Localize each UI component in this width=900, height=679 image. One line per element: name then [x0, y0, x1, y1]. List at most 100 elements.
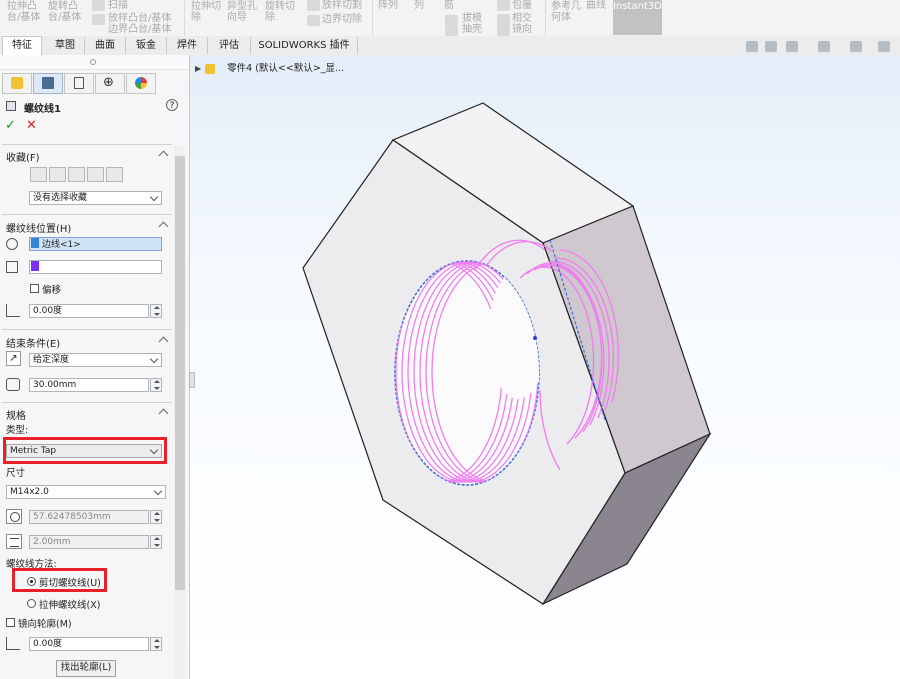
ribbon-extrude-boss[interactable]: 拉伸凸 台/基体 [7, 1, 40, 23]
ribbon-hole-wizard[interactable]: 异型孔 向导 [227, 1, 257, 23]
pm-collapse-strip[interactable] [0, 55, 189, 70]
thread-size-dropdown[interactable]: M14x2.0 [6, 485, 166, 499]
intersect-icon [497, 14, 510, 25]
sweep-icon [92, 0, 105, 11]
ribbon-shell[interactable]: 抽壳 [462, 24, 482, 35]
profile-angle-input[interactable]: 0.00度 [29, 637, 149, 651]
tab-sketch[interactable]: 草图 [46, 37, 85, 54]
ribbon-mirror[interactable]: 镜向 [512, 24, 532, 35]
pitch-override-icon[interactable] [6, 534, 22, 549]
tab-weldments[interactable]: 焊件 [167, 37, 208, 54]
view-orientation-icon[interactable] [746, 41, 758, 52]
display-style-icon[interactable] [818, 41, 830, 52]
tab-surface[interactable]: 曲面 [85, 37, 126, 54]
type-highlight-box [3, 437, 167, 464]
section-view-icon[interactable] [786, 41, 798, 52]
face-selection-box[interactable] [29, 260, 162, 274]
tab-property-manager[interactable] [33, 73, 63, 94]
favorite-export-icon[interactable] [106, 167, 123, 182]
end-condition-dropdown[interactable]: 给定深度 [29, 353, 162, 367]
ribbon-draft[interactable]: 拔模 [462, 13, 482, 24]
pm-scrollbar-thumb[interactable] [175, 156, 185, 590]
boundary-cut-icon [307, 15, 320, 26]
ribbon-reference-geometry[interactable]: 参考几 何体 [551, 1, 581, 23]
ribbon-curves[interactable]: 曲线 [586, 0, 606, 11]
favorites-dropdown[interactable]: 没有选择收藏 [29, 191, 162, 205]
depth-spinner[interactable] [150, 378, 162, 392]
type-label: 类型: [6, 425, 29, 436]
depth-icon [6, 378, 20, 391]
cancel-button[interactable]: ✕ [26, 118, 37, 133]
favorite-import-icon[interactable] [87, 167, 104, 182]
pitch-input[interactable]: 2.00mm [29, 535, 149, 549]
angle-icon [6, 637, 20, 650]
mirror-profile-checkbox[interactable] [6, 618, 15, 627]
ribbon-intersect[interactable]: 相交 [512, 13, 532, 24]
help-icon[interactable]: ? [166, 99, 178, 111]
ribbon-boundary-cut[interactable]: 边界切除 [322, 14, 362, 25]
ribbon-revolve-boss[interactable]: 旋转凸 台/基体 [48, 1, 81, 23]
selection-color-icon [31, 238, 39, 248]
favorites-section-title[interactable]: 收藏(F) [6, 149, 40, 164]
reverse-direction-icon[interactable]: ↗ [6, 351, 21, 366]
loft-cut-icon [307, 0, 320, 11]
ribbon-sweep[interactable]: 扫描 [108, 0, 128, 11]
ribbon-wrap[interactable]: 包覆 [512, 0, 532, 11]
favorite-save-icon[interactable] [49, 167, 66, 182]
offset-checkbox[interactable] [30, 284, 39, 293]
find-profile-button[interactable]: 找出轮廓(L) [56, 660, 116, 677]
favorite-delete-icon[interactable] [68, 167, 85, 182]
diameter-override-icon[interactable] [6, 509, 22, 524]
selection-color-icon [31, 261, 39, 271]
property-manager-icon [42, 77, 54, 89]
thread-feature-icon [6, 101, 16, 111]
instant3d-button[interactable]: Instant3D [613, 0, 662, 35]
start-angle-input[interactable]: 0.00度 [29, 304, 149, 318]
ribbon-separator [372, 0, 373, 36]
ribbon-linear-pattern[interactable]: 列 [414, 0, 424, 11]
end-condition-section-title[interactable]: 结束条件(E) [6, 335, 60, 350]
ribbon-revolve-cut[interactable]: 旋转切除 [265, 1, 295, 23]
tab-display-manager[interactable] [126, 73, 156, 94]
position-section-title[interactable]: 螺纹线位置(H) [6, 220, 71, 235]
loft-icon [92, 14, 105, 25]
nut-3d-model[interactable] [190, 55, 900, 679]
favorite-add-icon[interactable] [30, 167, 47, 182]
ribbon-separator [184, 0, 185, 36]
tab-configuration-manager[interactable] [64, 73, 94, 94]
start-angle-spinner[interactable] [150, 304, 162, 318]
ribbon-extrude-cut[interactable]: 拉伸切除 [191, 1, 221, 23]
size-label: 尺寸 [6, 468, 26, 479]
tab-evaluate[interactable]: 评估 [208, 37, 251, 54]
pm-pin-icon[interactable] [90, 59, 96, 65]
section-divider [2, 329, 172, 330]
ribbon-boundary-boss[interactable]: 边界凸台/基体 [108, 24, 171, 35]
diameter-spinner[interactable] [150, 510, 162, 524]
diameter-input[interactable]: 57.62478503mm [29, 510, 149, 524]
extrude-thread-radio[interactable] [27, 599, 36, 608]
tab-solidworks-addins[interactable]: SOLIDWORKS 插件 [251, 37, 358, 54]
configuration-icon [74, 77, 84, 89]
edge-selection-box[interactable]: 边线<1> [29, 237, 162, 251]
profile-angle-spinner[interactable] [150, 637, 162, 651]
depth-input[interactable]: 30.00mm [29, 378, 149, 392]
pitch-spinner[interactable] [150, 535, 162, 549]
panel-splitter-handle[interactable] [189, 372, 195, 388]
tab-sheet-metal[interactable]: 钣金 [126, 37, 167, 54]
ribbon-loft[interactable]: 放样凸台/基体 [108, 13, 171, 24]
tab-dimxpert[interactable]: ⊕ [95, 73, 125, 94]
thread-start-point [533, 336, 537, 340]
pm-title: 螺纹线1 [24, 104, 61, 115]
tab-features[interactable]: 特征 [2, 36, 42, 56]
feature-manager-icon [11, 77, 23, 89]
extrude-thread-label[interactable]: 拉伸螺纹线(X) [39, 597, 100, 611]
ribbon-rib[interactable]: 筋 [444, 0, 454, 11]
ribbon-pattern[interactable]: 阵列 [378, 0, 398, 11]
ok-button[interactable]: ✓ [5, 118, 16, 133]
tab-feature-manager[interactable] [2, 73, 32, 94]
ribbon-loft-cut[interactable]: 放样切割 [322, 0, 362, 11]
spec-section-title[interactable]: 规格 [6, 407, 26, 422]
zoom-to-fit-icon[interactable] [765, 41, 777, 52]
appearance-icon[interactable] [878, 41, 890, 52]
hide-show-icon[interactable] [850, 41, 862, 52]
